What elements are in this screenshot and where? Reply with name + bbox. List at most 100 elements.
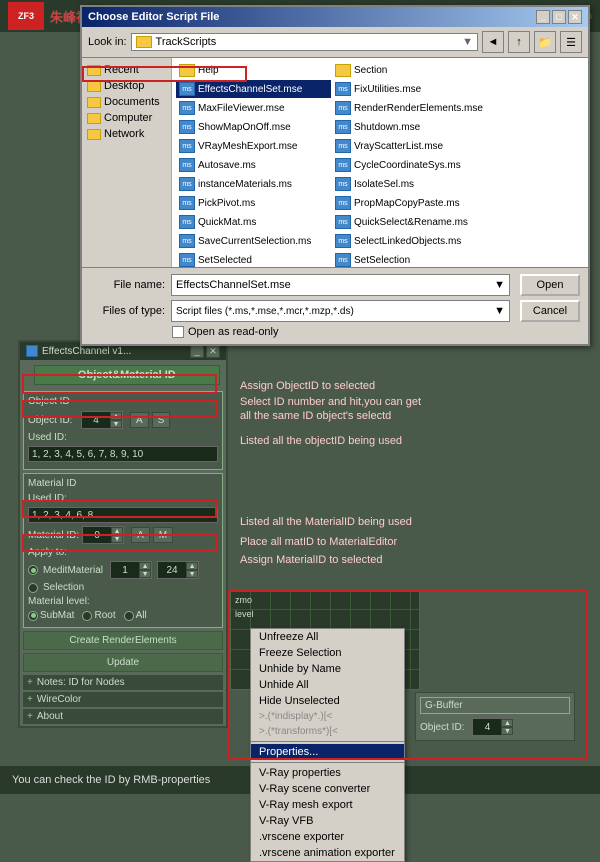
- assign-a-btn[interactable]: A: [130, 412, 149, 428]
- medit-down2[interactable]: ▼: [186, 570, 198, 578]
- left-desktop[interactable]: Desktop: [84, 78, 169, 94]
- mat-m-btn[interactable]: M: [153, 527, 173, 543]
- apply-to-label: Apply to:: [28, 547, 78, 558]
- left-network[interactable]: Network: [84, 126, 169, 142]
- medit-up1[interactable]: ▲: [139, 562, 151, 570]
- mat-spinner-up[interactable]: ▲: [111, 527, 123, 535]
- list-item[interactable]: Help: [176, 62, 331, 79]
- mat-id-spinner[interactable]: 0 ▲ ▼: [82, 526, 124, 544]
- lookin-value: TrackScripts: [156, 36, 217, 48]
- mat-spinner-down[interactable]: ▼: [111, 535, 123, 543]
- list-item[interactable]: ms IsolateSel.ms: [332, 175, 487, 193]
- context-unfreeze-all[interactable]: Unfreeze All: [251, 629, 404, 645]
- list-item[interactable]: ms SetSelection: [332, 251, 487, 267]
- notes-row[interactable]: + Notes: ID for Nodes: [23, 675, 223, 690]
- file-list[interactable]: Help Section ms EffectsChannelSet.mse ms…: [172, 58, 588, 267]
- context-indisplay[interactable]: >.(*indisplay*.)[<: [251, 709, 404, 724]
- list-item[interactable]: ms VrayScatterList.mse: [332, 137, 487, 155]
- filetype-combo[interactable]: Script files (*.ms,*.mse,*.mcr,*.mzp,*.d…: [171, 300, 510, 322]
- dialog-titlebar: Choose Editor Script File _ □ ✕: [82, 7, 588, 27]
- list-item[interactable]: ms CycleCoordinateSys.ms: [332, 156, 487, 174]
- all-radio[interactable]: All: [124, 610, 147, 621]
- cancel-button[interactable]: Cancel: [520, 300, 580, 322]
- list-item[interactable]: ms ShowMapOnOff.mse: [176, 118, 331, 136]
- left-documents[interactable]: Documents: [84, 94, 169, 110]
- minimize-button[interactable]: _: [536, 10, 550, 24]
- list-item[interactable]: ms FixUtilities.mse: [332, 80, 487, 98]
- object-id-spinner[interactable]: 4 ▲ ▼: [81, 411, 123, 429]
- medit-spinner2[interactable]: 24 ▲ ▼: [157, 561, 199, 579]
- context-vray-vfb[interactable]: V-Ray VFB: [251, 813, 404, 829]
- list-item[interactable]: Section: [332, 62, 487, 79]
- effects-close[interactable]: ✕: [206, 344, 220, 358]
- medit-up2[interactable]: ▲: [186, 562, 198, 570]
- medit-radio[interactable]: [28, 565, 38, 575]
- view-button[interactable]: ☰: [560, 31, 582, 53]
- context-vrscene-exporter[interactable]: .vrscene exporter: [251, 829, 404, 845]
- spinner-down[interactable]: ▼: [110, 420, 122, 428]
- context-vray-converter[interactable]: V-Ray scene converter: [251, 781, 404, 797]
- list-item[interactable]: ms QuickMat.ms: [176, 213, 331, 231]
- list-item[interactable]: ms QuickSelect&Rename.ms: [332, 213, 487, 231]
- gbuffer-spinner-arrows: ▲ ▼: [501, 719, 513, 735]
- maximize-button[interactable]: □: [552, 10, 566, 24]
- list-item[interactable]: ms SaveCurrentSelection.ms: [176, 232, 331, 250]
- list-item-selected[interactable]: ms EffectsChannelSet.mse: [176, 80, 331, 98]
- gbuffer-title: G-Buffer: [420, 697, 570, 714]
- selection-radio[interactable]: [28, 583, 38, 593]
- new-folder-button[interactable]: 📁: [534, 31, 556, 53]
- used-id-display: 1, 2, 3, 4, 5, 6, 7, 8, 9, 10: [28, 446, 218, 462]
- update-btn[interactable]: Update: [23, 653, 223, 672]
- context-vray-properties[interactable]: V-Ray properties: [251, 765, 404, 781]
- list-item[interactable]: ms SelectLinkedObjects.ms: [332, 232, 487, 250]
- create-render-elements-btn[interactable]: Create RenderElements: [23, 631, 223, 650]
- gbuffer-spinner-down[interactable]: ▼: [501, 727, 513, 735]
- submat-radio[interactable]: SubMat: [28, 610, 74, 621]
- root-radio[interactable]: Root: [82, 610, 115, 621]
- filename-controls: EffectsChannelSet.mse ▼ Open: [171, 274, 580, 296]
- filename-input[interactable]: EffectsChannelSet.mse ▼: [171, 274, 510, 296]
- lookin-combo[interactable]: TrackScripts ▼: [131, 33, 478, 51]
- medit-value2: 24: [158, 562, 186, 578]
- gbuffer-spinner-up[interactable]: ▲: [501, 719, 513, 727]
- context-separator-1: [251, 741, 404, 742]
- notes-label: Notes: ID for Nodes: [37, 677, 125, 688]
- back-button[interactable]: ◄: [482, 31, 504, 53]
- list-item[interactable]: ms PropMapCopyPaste.ms: [332, 194, 487, 212]
- wirecolor-row[interactable]: + WireColor: [23, 692, 223, 707]
- medit-down1[interactable]: ▼: [139, 570, 151, 578]
- about-row[interactable]: + About: [23, 709, 223, 724]
- spinner-up[interactable]: ▲: [110, 412, 122, 420]
- list-item[interactable]: ms VRayMeshExport.mse: [176, 137, 331, 155]
- context-freeze-selection[interactable]: Freeze Selection: [251, 645, 404, 661]
- context-unhide-by-name[interactable]: Unhide by Name: [251, 661, 404, 677]
- medit-spinner1[interactable]: 1 ▲ ▼: [110, 561, 152, 579]
- list-item[interactable]: ms Autosave.ms: [176, 156, 331, 174]
- list-item[interactable]: ms MaxFileViewer.mse: [176, 99, 331, 117]
- root-circle: [82, 611, 92, 621]
- context-vray-mesh-export[interactable]: V-Ray mesh export: [251, 797, 404, 813]
- readonly-checkbox[interactable]: [172, 326, 184, 338]
- annotation-1: Assign ObjectID to selected: [240, 380, 375, 392]
- list-item[interactable]: ms Shutdown.mse: [332, 118, 487, 136]
- list-item[interactable]: ms RenderRenderElements.mse: [332, 99, 487, 117]
- list-item[interactable]: ms instanceMaterials.ms: [176, 175, 331, 193]
- mat-a-btn[interactable]: A: [131, 527, 150, 543]
- left-recent[interactable]: Recent: [84, 62, 169, 78]
- context-properties[interactable]: Properties...: [251, 744, 404, 760]
- left-computer[interactable]: Computer: [84, 110, 169, 126]
- context-vrscene-anim-exporter[interactable]: .vrscene animation exporter: [251, 845, 404, 861]
- effects-minimize[interactable]: _: [190, 344, 204, 358]
- close-button[interactable]: ✕: [568, 10, 582, 24]
- up-button[interactable]: ↑: [508, 31, 530, 53]
- gbuffer-objectid-spinner[interactable]: 4 ▲ ▼: [472, 718, 514, 736]
- context-unhide-all[interactable]: Unhide All: [251, 677, 404, 693]
- open-button[interactable]: Open: [520, 274, 580, 296]
- context-hide-unselected[interactable]: Hide Unselected: [251, 693, 404, 709]
- object-material-btn[interactable]: Object&Material ID: [34, 365, 220, 385]
- list-item[interactable]: ms PickPivot.ms: [176, 194, 331, 212]
- list-item[interactable]: ms SetSelected: [176, 251, 331, 267]
- context-transforms[interactable]: >.(*transforms*)[<: [251, 724, 404, 739]
- filetype-row: Files of type: Script files (*.ms,*.mse,…: [90, 300, 580, 322]
- select-s-btn[interactable]: S: [152, 412, 171, 428]
